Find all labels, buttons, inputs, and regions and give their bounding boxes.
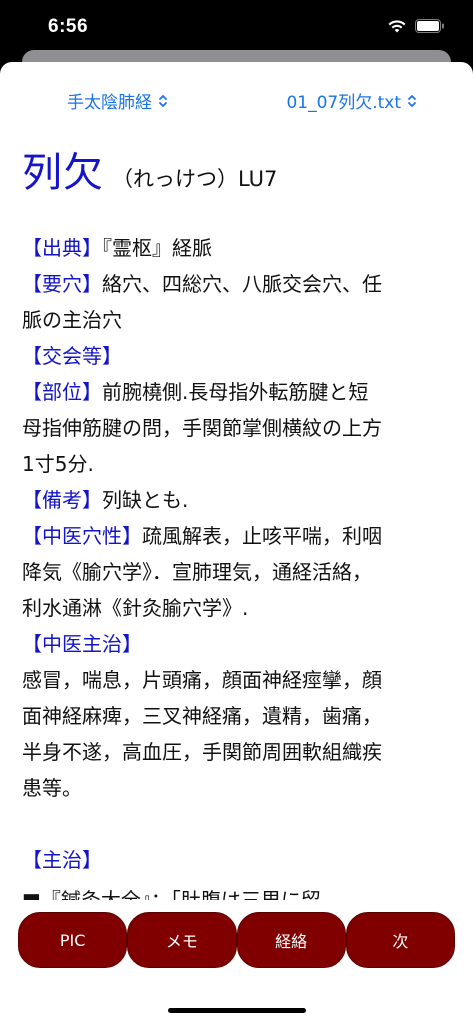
tcm-indication-tag: 【中医主治】 (22, 632, 142, 656)
tcm-property-line-2: 降気《腧穴学》．宣肺理気，通経活絡， (22, 560, 372, 584)
indication-line: 【主治】 (22, 842, 452, 878)
source-tag: 【出典】 (22, 236, 102, 260)
status-icons (387, 18, 445, 34)
home-indicator (168, 1008, 306, 1013)
chevron-up-down-icon (408, 94, 416, 107)
tcm-property-tag: 【中医穴性】 (22, 524, 142, 548)
point-reading: （れっけつ）LU7 (112, 167, 278, 191)
indication-tag: 【主治】 (22, 848, 102, 872)
location-line-2: 母指伸筋腱の問，手関節掌側横紋の上方 (22, 416, 382, 440)
tcm-property-line: 【中医穴性】疏風解表，止咳平喘，利咽 (22, 518, 452, 554)
bottom-toolbar: PIC メモ 経絡 次 (18, 912, 455, 968)
location-line: 【部位】前腕橈側.長母指外転筋腱と短 (22, 374, 452, 410)
tcm-indication-text-4: 患等。 (22, 776, 82, 800)
wifi-icon (388, 20, 406, 33)
meridian-button[interactable]: 経絡 (236, 912, 346, 968)
meridian-picker-label: 手太陰肺経 (67, 93, 152, 113)
meridian-picker[interactable]: 手太陰肺経 (67, 88, 168, 113)
memo-button[interactable]: メモ (127, 912, 237, 968)
notes-tag: 【備考】 (22, 488, 102, 512)
status-bar: 6:56 (0, 0, 473, 56)
file-picker[interactable]: 01_07列欠.txt (286, 88, 417, 113)
intersection-tag: 【交会等】 (22, 344, 122, 368)
next-button[interactable]: 次 (345, 912, 455, 968)
location-text: 前腕橈側.長母指外転筋腱と短 (102, 380, 369, 404)
intersection-line: 【交会等】 (22, 338, 452, 374)
category-line: 【要穴】絡穴、四総穴、八脈交会穴、任 (22, 266, 452, 302)
notes-text: 列缺とも. (102, 488, 189, 512)
point-title: 列欠 （れっけつ）LU7 (22, 140, 277, 198)
pic-button[interactable]: PIC (18, 912, 128, 968)
notes-line: 【備考】列缺とも. (22, 482, 452, 518)
tcm-indication-line: 【中医主治】 (22, 626, 452, 662)
tcm-indication-text-1: 感冒，喘息，片頭痛，顔面神経痙攣，顔 (22, 668, 382, 692)
battery-icon (415, 19, 444, 33)
category-text: 絡穴、四総穴、八脈交会穴、任 (102, 272, 382, 296)
tcm-property-line-3: 利水通淋《針灸腧穴学》. (22, 596, 249, 620)
tcm-property-text: 疏風解表，止咳平喘，利咽 (142, 524, 382, 548)
source-line: 【出典】『霊枢』経脈 (22, 230, 452, 266)
file-picker-label: 01_07列欠.txt (286, 93, 401, 113)
status-time: 6:56 (48, 16, 89, 37)
category-line-2: 脈の主治穴 (22, 308, 122, 332)
point-name: 列欠 (22, 150, 104, 196)
source-text: 『霊枢』経脈 (102, 236, 212, 260)
chevron-up-down-icon (159, 94, 167, 107)
tcm-indication-text-2: 面神経麻痺，三叉神経痛，遺精，歯痛， (22, 704, 382, 728)
truncated-text: ■『鍼灸大全』：「肚腹は三里に留 (22, 888, 321, 900)
point-description: 【出典】『霊枢』経脈 【要穴】絡穴、四総穴、八脈交会穴、任 脈の主治穴 【交会等… (22, 230, 452, 878)
location-line-3: 1寸5分. (22, 452, 94, 476)
tcm-indication-text-3: 半身不遂，高血圧，手関節周囲軟組織疾 (22, 740, 382, 764)
location-tag: 【部位】 (22, 380, 102, 404)
category-tag: 【要穴】 (22, 272, 102, 296)
truncated-text-line: ■『鍼灸大全』：「肚腹は三里に留 (22, 880, 462, 900)
